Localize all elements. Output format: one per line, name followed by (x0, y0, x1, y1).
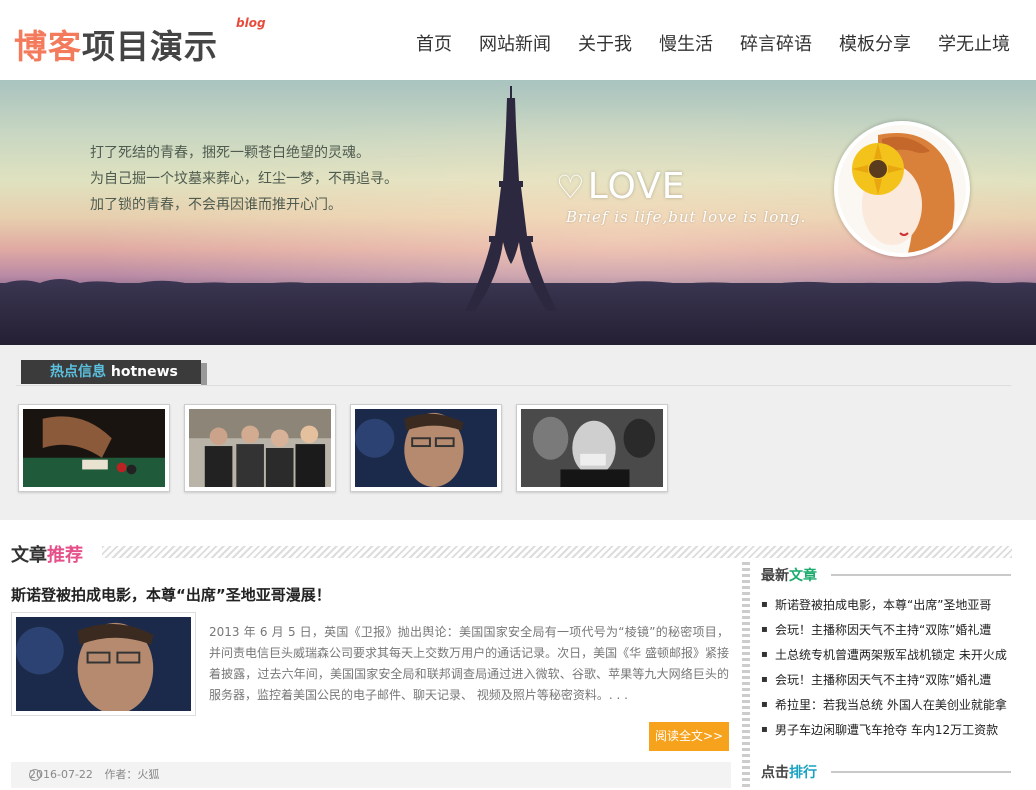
article-meta: 2016-07-22 作者：火狐 (11, 762, 731, 788)
latest-heading-part2: 文章 (789, 568, 817, 584)
hotnews-thumb-2[interactable] (184, 404, 336, 492)
logo-text-part2: 项目演示 (82, 27, 218, 66)
love-word: LOVE (587, 166, 686, 207)
avatar-portrait-icon (838, 125, 966, 253)
hotnews-divider (16, 385, 1011, 386)
nav-site-news[interactable]: 网站新闻 (479, 30, 551, 56)
article-thumbnail[interactable] (11, 612, 196, 716)
latest-heading-rule (831, 574, 1011, 576)
rank-heading-part2: 排行 (789, 765, 817, 781)
read-more-button[interactable]: 阅读全文>> (649, 722, 729, 751)
rank-heading-rule (831, 771, 1011, 773)
grieving-man-image-icon (521, 409, 663, 487)
article-title-link[interactable]: 斯诺登被拍成电影，本尊“出席”圣地亚哥漫展！ (11, 584, 331, 605)
sidebar-dashed-divider (742, 562, 750, 790)
poker-hand-image-icon (23, 409, 165, 487)
rank-heading-part1: 点击 (761, 765, 789, 781)
article-author: 作者：火狐 (104, 768, 160, 781)
hero-banner: 打了死结的青春，捆死一颗苍白绝望的灵魂。 为自己掘一个坟墓来葬心，红尘一梦，不再… (0, 80, 1036, 345)
heart-icon: ♡ (556, 168, 586, 206)
hotnews-thumb-3[interactable] (350, 404, 502, 492)
nav-slow-life[interactable]: 慢生活 (659, 30, 713, 56)
nav-learning[interactable]: 学无止境 (938, 30, 1010, 56)
site-logo[interactable]: 博客项目演示 blog (14, 16, 266, 66)
recommend-section-title: 文章推荐 (11, 541, 83, 567)
section-stripe-divider (102, 546, 1012, 558)
recommend-title-part2: 推荐 (47, 545, 83, 566)
latest-article-item[interactable]: ▪ 会玩！主播称因天气不主持“双陈”婚礼遭 (761, 621, 1016, 646)
latest-article-item[interactable]: ▪ 土总统专机曾遭两架叛军战机锁定 未开火成 (761, 646, 1016, 671)
hotnews-thumbnails (18, 404, 668, 492)
latest-articles-heading: 最新文章 (761, 565, 817, 585)
man-portrait-image-icon (16, 617, 191, 714)
nav-home[interactable]: 首页 (416, 30, 452, 56)
click-rank-heading: 点击排行 (761, 762, 817, 782)
latest-article-item[interactable]: ▪ 会玩！主播称因天气不主持“双陈”婚礼遭 (761, 671, 1016, 696)
banner-line-3: 加了锁的青春，不会再因谁而推开心门。 (90, 197, 342, 213)
site-header: 博客项目演示 blog 首页 网站新闻 关于我 慢生活 碎言碎语 模板分享 学无… (0, 0, 1036, 80)
clock-icon (29, 769, 41, 781)
logo-text-part1: 博客 (14, 27, 82, 66)
latest-article-item[interactable]: ▪ 希拉里：若我当总统 外国人在美创业就能拿 (761, 696, 1016, 721)
latest-heading-part1: 最新 (761, 568, 789, 584)
eiffel-tower-icon (465, 86, 557, 311)
latest-article-item[interactable]: ▪ 斯诺登被拍成电影，本尊“出席”圣地亚哥 (761, 596, 1016, 621)
hotnews-tab: 热点信息 hotnews (21, 360, 207, 385)
banner-slogan: Brief is life,but love is long. (566, 208, 807, 226)
hotnews-label-cn: 热点信息 (50, 364, 106, 380)
hotnews-section: 热点信息 hotnews (0, 345, 1036, 520)
group-meeting-image-icon (189, 409, 331, 487)
article-excerpt: 2013 年 6 月 5 日，英国《卫报》抛出舆论：美国国家安全局有一项代号为“… (209, 625, 729, 702)
hotnews-thumb-1[interactable] (18, 404, 170, 492)
nav-musings[interactable]: 碎言碎语 (740, 30, 812, 56)
banner-poem: 打了死结的青春，捆死一颗苍白绝望的灵魂。 为自己掘一个坟墓来葬心，红尘一梦，不再… (90, 140, 398, 218)
logo-blog-tag: blog (236, 16, 266, 30)
recommend-title-part1: 文章 (11, 545, 47, 566)
hotnews-label-en: hotnews (110, 364, 178, 380)
avatar[interactable] (834, 121, 970, 257)
latest-articles-list: ▪ 斯诺登被拍成电影，本尊“出席”圣地亚哥 ▪ 会玩！主播称因天气不主持“双陈”婚礼… (761, 596, 1016, 746)
latest-article-item[interactable]: ▪ 男子车边闲聊遭飞车抢夺 车内12万工资款 (761, 721, 1016, 746)
banner-line-2: 为自己掘一个坟墓来葬心，红尘一梦，不再追寻。 (90, 171, 398, 187)
nav-about[interactable]: 关于我 (578, 30, 632, 56)
hotnews-thumb-4[interactable] (516, 404, 668, 492)
main-nav: 首页 网站新闻 关于我 慢生活 碎言碎语 模板分享 学无止境 (389, 30, 1010, 56)
banner-love-text: ♡LOVE (556, 166, 686, 207)
banner-line-1: 打了死结的青春，捆死一颗苍白绝望的灵魂。 (90, 145, 370, 161)
nav-templates[interactable]: 模板分享 (839, 30, 911, 56)
man-portrait-image-icon (355, 409, 497, 487)
